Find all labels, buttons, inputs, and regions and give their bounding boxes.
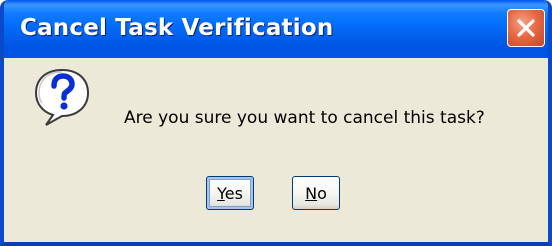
dialog-body: Are you sure you want to cancel this tas… [4, 58, 548, 242]
window-title: Cancel Task Verification [20, 15, 334, 41]
title-bar[interactable]: Cancel Task Verification [4, 0, 548, 58]
yes-button[interactable]: Yes [206, 176, 254, 210]
close-button[interactable] [507, 9, 545, 47]
yes-button-label: Yes [217, 183, 243, 203]
no-button-label: No [305, 183, 327, 203]
question-icon [34, 68, 90, 126]
no-button[interactable]: No [292, 176, 340, 210]
dialog-window: Cancel Task Verification Are you sure yo… [0, 0, 552, 246]
close-icon [517, 19, 535, 37]
dialog-message: Are you sure you want to cancel this tas… [124, 108, 485, 128]
